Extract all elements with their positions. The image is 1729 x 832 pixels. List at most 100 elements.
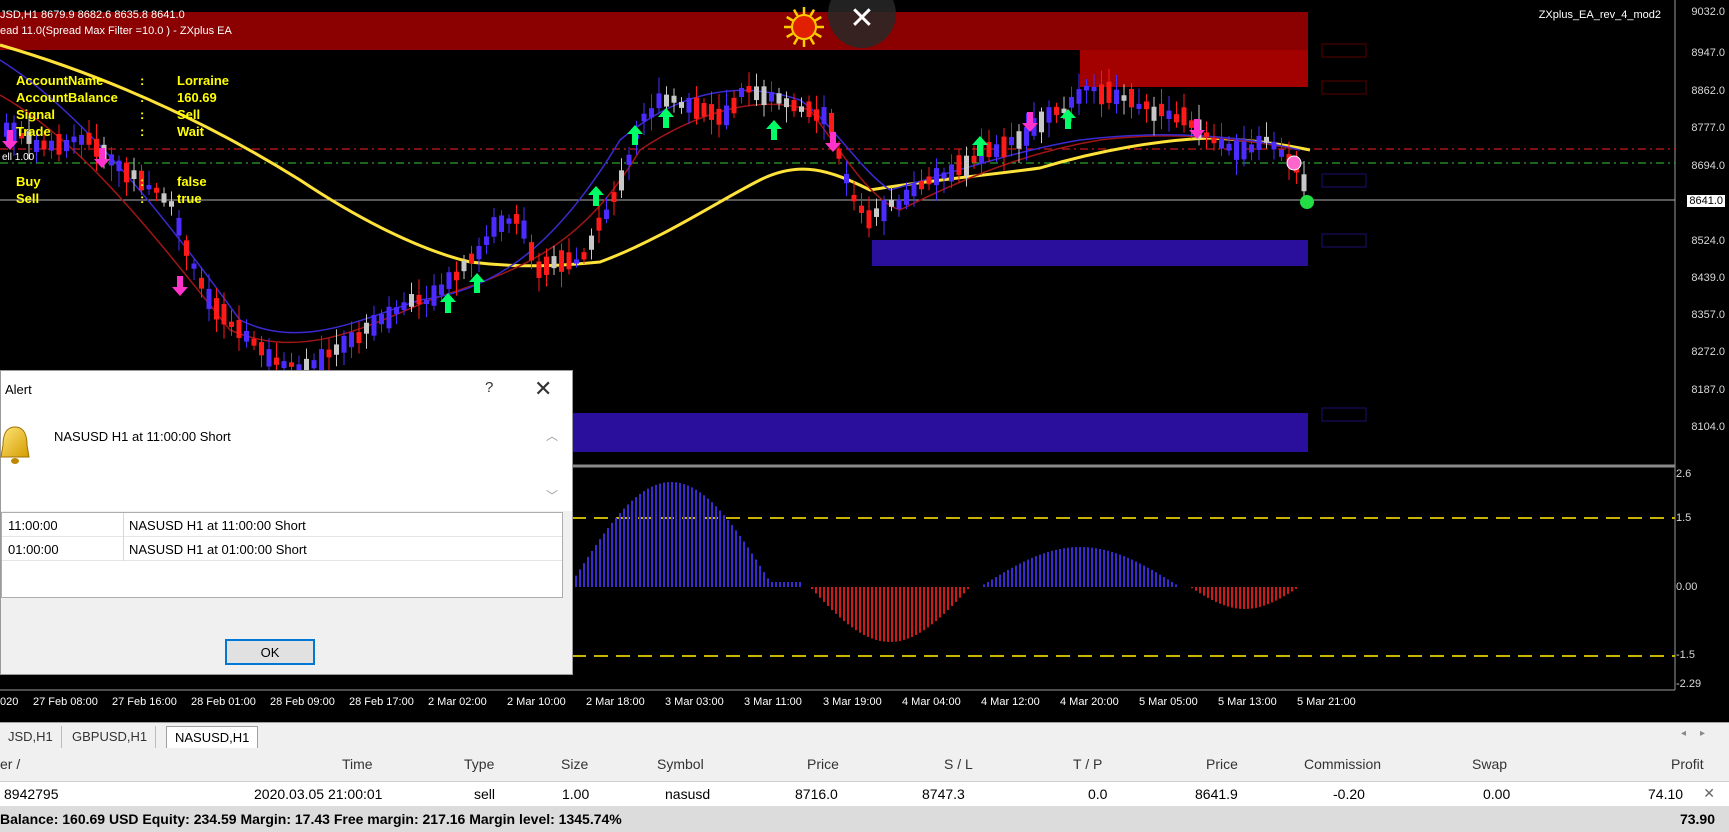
alert-titlebar[interactable]: Alert ? ✕ (1, 371, 572, 407)
candle (446, 272, 452, 289)
list-item[interactable]: 11:00:00 NASUSD H1 at 11:00:00 Short (2, 513, 562, 537)
sun-icon (791, 14, 817, 40)
candle (319, 349, 324, 371)
candle (1114, 89, 1119, 105)
tab-nasusd-h1[interactable]: NASUSD,H1 (166, 726, 259, 748)
candle (214, 298, 219, 320)
candle (371, 315, 377, 336)
candle (484, 236, 489, 245)
cell-symbol: nasusd (665, 786, 711, 802)
candle (1166, 110, 1172, 120)
candle (559, 250, 564, 272)
scroll-down-icon[interactable]: ﹀ (546, 487, 558, 504)
time-tick: 5 Mar 13:00 (1218, 696, 1277, 708)
candle (64, 139, 69, 152)
candle (596, 217, 602, 231)
time-tick: 2 Mar 02:00 (428, 696, 487, 708)
candle (124, 162, 129, 183)
candle (109, 154, 114, 166)
candle (671, 95, 677, 103)
alert-history-list[interactable]: 11:00:00 NASUSD H1 at 11:00:00 Short 01:… (1, 512, 563, 598)
ok-button[interactable]: OK (225, 639, 315, 665)
candle (206, 288, 212, 310)
tab-gbpusd-h1[interactable]: GBPUSD,H1 (64, 726, 157, 748)
time-tick: 28 Feb 09:00 (270, 696, 335, 708)
price-tick: 8439.0 (1691, 272, 1725, 284)
candle (176, 217, 182, 236)
candle (146, 184, 152, 190)
help-icon[interactable]: ? (485, 379, 493, 396)
candle (521, 220, 527, 239)
candle (904, 189, 909, 205)
candle (221, 304, 227, 325)
time-tick: 27 Feb 16:00 (112, 696, 177, 708)
candle (971, 155, 977, 163)
col-sl[interactable]: S / L (944, 756, 973, 772)
candle (1046, 107, 1052, 123)
candle (236, 319, 242, 339)
col-order[interactable]: er / (0, 756, 20, 772)
col-profit[interactable]: Profit (1671, 756, 1704, 772)
candle (664, 94, 669, 107)
col-time[interactable]: Time (342, 756, 373, 772)
info-value: Sell (177, 107, 201, 122)
candle (731, 97, 737, 114)
col-commission[interactable]: Commission (1304, 756, 1381, 772)
info-label: AccountBalance (16, 90, 118, 105)
candle (626, 154, 632, 165)
candle (1099, 84, 1104, 105)
col-type[interactable]: Type (464, 756, 494, 772)
time-tick: 020 (0, 696, 19, 708)
candle (536, 261, 542, 278)
cell-sl: 8747.3 (922, 786, 965, 802)
table-row[interactable]: 8942795 2020.03.05 21:00:01 sell 1.00 na… (0, 782, 1729, 806)
candle (679, 102, 684, 108)
col-symbol[interactable]: Symbol (657, 756, 704, 772)
candle (1016, 131, 1022, 149)
close-icon[interactable]: ✕ (534, 376, 552, 402)
col-price[interactable]: Price (807, 756, 839, 772)
candle (311, 360, 317, 369)
candle (1204, 132, 1209, 137)
candle (1084, 85, 1089, 91)
price-tick: 8187.0 (1691, 384, 1725, 396)
candle (229, 321, 234, 328)
candle (1219, 138, 1224, 149)
candle (49, 140, 54, 151)
candle (934, 168, 939, 186)
candle (589, 235, 594, 250)
candle (1001, 136, 1007, 158)
candle (131, 170, 137, 180)
price-tick: 8524.0 (1691, 235, 1725, 247)
candle (356, 332, 362, 344)
candle (191, 263, 197, 269)
col-tp[interactable]: T / P (1073, 756, 1102, 772)
candle (1076, 89, 1082, 104)
close-position-icon[interactable]: ✕ (1703, 785, 1715, 802)
alert-title: Alert (5, 381, 32, 397)
candle (1301, 174, 1307, 192)
tab-jsd-h1[interactable]: JSD,H1 (0, 726, 62, 748)
scroll-up-icon[interactable]: ︿ (546, 427, 558, 444)
tab-scroll-arrows[interactable]: ◂▸ (1681, 728, 1719, 739)
col-size[interactable]: Size (561, 756, 588, 772)
current-price-tag: 8641.0 (1687, 195, 1725, 207)
demand-zone (872, 240, 1308, 266)
candle (1151, 106, 1157, 121)
candle (994, 144, 999, 158)
col-swap[interactable]: Swap (1472, 756, 1507, 772)
col-current-price[interactable]: Price (1206, 756, 1238, 772)
candle (799, 106, 804, 112)
candle (259, 342, 264, 356)
candle (476, 245, 482, 260)
list-item[interactable]: 01:00:00 NASUSD H1 at 01:00:00 Short (2, 537, 562, 561)
candle (889, 199, 894, 207)
candle (499, 215, 504, 232)
info-label: Buy (16, 174, 41, 189)
zone-price-tag (1321, 43, 1367, 58)
candle (281, 361, 287, 369)
candle (619, 170, 624, 191)
candle (1069, 97, 1074, 108)
supply-zone (1080, 50, 1308, 87)
candle (34, 139, 39, 152)
